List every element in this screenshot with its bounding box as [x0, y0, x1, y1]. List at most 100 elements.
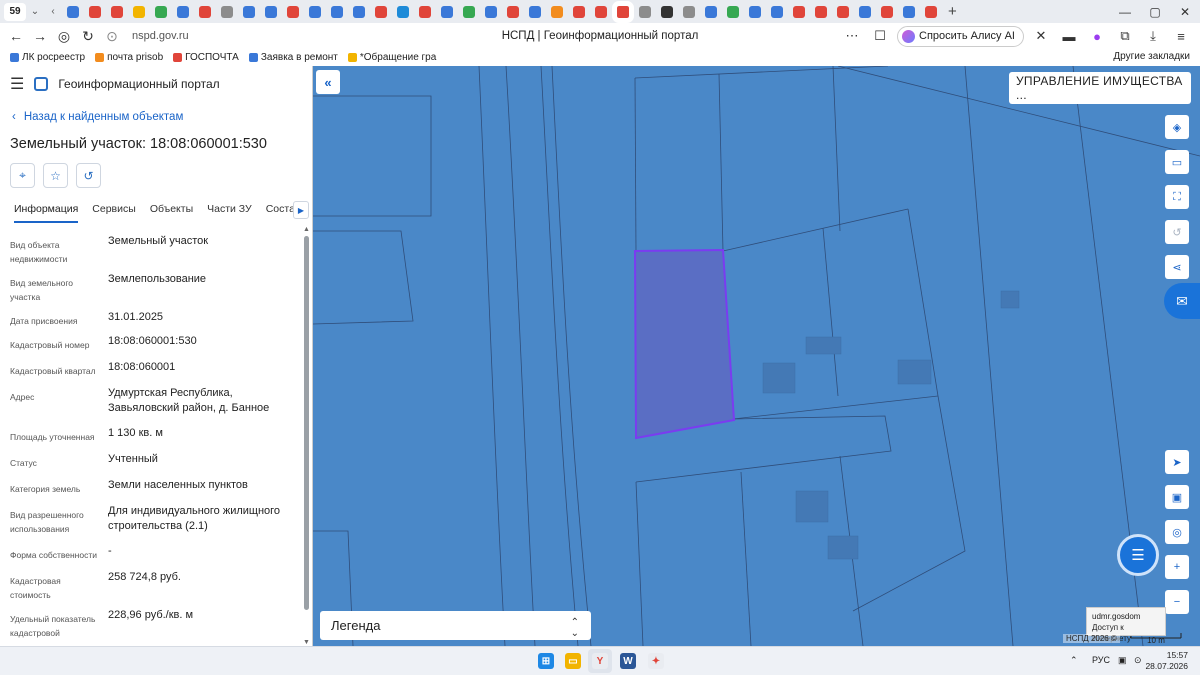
tabs-next-arrow-icon[interactable]: ▶ [293, 201, 309, 219]
history-button[interactable]: ↺ [76, 163, 101, 188]
tab-favicon-icon[interactable] [793, 5, 805, 18]
downloads-icon[interactable]: ⤓ [1142, 25, 1164, 47]
tab-favicon-icon[interactable] [397, 5, 409, 18]
start-icon[interactable]: ⊞ [538, 653, 554, 669]
tab-favicon-icon[interactable] [199, 5, 211, 18]
tab-favicon-icon[interactable] [507, 5, 519, 18]
tab-favicon-icon[interactable] [155, 5, 167, 18]
tab-favicon-icon[interactable] [441, 5, 453, 18]
tab-favicon-icon[interactable] [331, 5, 343, 18]
file-explorer-icon[interactable]: ▭ [565, 653, 581, 669]
tab-favicon-icon[interactable] [353, 5, 365, 18]
yandex-browser-icon[interactable]: Y [592, 653, 608, 669]
extension-icon[interactable]: ✕ [1030, 25, 1052, 47]
tab-favicon-icon[interactable] [573, 5, 585, 18]
word-icon[interactable]: W [620, 653, 636, 669]
tab-favicon-icon[interactable] [111, 5, 123, 18]
tab-favicon-icon[interactable] [837, 5, 849, 18]
tab-favicon-icon[interactable] [639, 5, 651, 18]
measure-button[interactable]: ▭ [1165, 150, 1189, 174]
protect-icon[interactable]: ◎ [52, 25, 76, 47]
tab-favicon-icon[interactable] [221, 5, 233, 18]
tab-favicon-icon[interactable] [881, 5, 893, 18]
tab-favicon-icon[interactable] [243, 5, 255, 18]
panel-scrollbar[interactable]: ▲ ▼ [302, 226, 310, 646]
tab-favicon-icon[interactable] [771, 5, 783, 18]
reload-icon[interactable]: ↻ [76, 25, 100, 47]
tab-favicon-icon[interactable] [485, 5, 497, 18]
forward-icon[interactable]: → [28, 25, 52, 47]
tab-favicon-icon[interactable] [67, 5, 79, 18]
scroll-thumb[interactable] [304, 236, 309, 610]
select-area-button[interactable]: ⛶ [1165, 185, 1189, 209]
tab-favicon-icon[interactable] [529, 5, 541, 18]
tab-favicon-icon[interactable] [859, 5, 871, 18]
tab-favicon-icon[interactable] [265, 5, 277, 18]
tab-parts[interactable]: Части ЗУ [207, 201, 252, 223]
minimize-icon[interactable]: — [1110, 0, 1140, 23]
tray-chevron-icon[interactable]: ⌃ [1070, 655, 1078, 666]
tab-favicon-icon[interactable] [727, 5, 739, 18]
tab-counter[interactable]: 59 [4, 2, 26, 21]
clock[interactable]: 15:57 28.07.2026 [1145, 650, 1188, 672]
collapse-panel-button[interactable]: « [316, 70, 340, 94]
cadastral-map[interactable]: 10 m [313, 66, 1200, 646]
back-to-results-link[interactable]: ‹ Назад к найденным объектам [12, 111, 183, 123]
zoom-out-button[interactable]: − [1165, 590, 1189, 614]
locate-point-button[interactable]: ◎ [1165, 520, 1189, 544]
tab-favicon-icon[interactable] [749, 5, 761, 18]
alice-button[interactable]: Спросить Алису AI [897, 25, 1024, 47]
support-button[interactable]: ✉ [1164, 283, 1200, 319]
tab-favicon-icon[interactable] [903, 5, 915, 18]
bookmark-item[interactable]: ЛК росреестр [10, 52, 85, 63]
tab-favicon-icon[interactable] [309, 5, 321, 18]
scroll-down-icon[interactable]: ▼ [303, 639, 310, 646]
other-bookmarks[interactable]: Другие закладки [1113, 51, 1190, 62]
record-icon[interactable]: ● [1086, 25, 1108, 47]
extensions-puzzle-icon[interactable]: ⧉ [1114, 25, 1136, 47]
zoom-in-button[interactable]: + [1165, 555, 1189, 579]
tab-favicon-icon[interactable] [705, 5, 717, 18]
address-bar[interactable]: nspd.gov.ru [132, 30, 189, 42]
tab-information[interactable]: Информация [14, 201, 79, 223]
more-icon[interactable]: ⋯ [841, 25, 863, 47]
zoom-to-object-button[interactable]: ⌖ [10, 163, 35, 188]
network-icon[interactable]: ⊙ [1134, 655, 1142, 666]
basemap-button[interactable]: ▣ [1165, 485, 1189, 509]
history-map-button[interactable]: ↺ [1165, 220, 1189, 244]
tab-favicon-icon[interactable] [551, 5, 563, 18]
tab-favicon-icon[interactable] [612, 0, 634, 23]
favorite-button[interactable]: ☆ [43, 163, 68, 188]
menu-icon[interactable]: ≡ [1170, 25, 1192, 47]
hamburger-menu-icon[interactable]: ☰ [10, 74, 24, 94]
tab-favicon-icon[interactable] [177, 5, 189, 18]
site-info-icon[interactable]: ⊙ [100, 25, 124, 47]
tab-services[interactable]: Сервисы [92, 201, 136, 223]
geolocation-button[interactable]: ➤ [1165, 450, 1189, 474]
chat-button[interactable]: ☰ [1117, 534, 1159, 576]
tab-favicon-icon[interactable] [287, 5, 299, 18]
tab-favicon-icon[interactable] [595, 5, 607, 18]
map-canvas[interactable]: 10 m « УПРАВЛЕНИЕ ИМУЩЕСТВА ... ◈ ▭ ⛶ ↺ … [313, 66, 1200, 646]
new-tab-icon[interactable]: + [948, 3, 957, 20]
share-button[interactable]: ⋖ [1165, 255, 1189, 279]
layers-button[interactable]: ◈ [1165, 115, 1189, 139]
tab-favicon-icon[interactable] [375, 5, 387, 18]
layer-selector[interactable]: УПРАВЛЕНИЕ ИМУЩЕСТВА ... [1009, 72, 1191, 104]
tab-favicon-icon[interactable] [133, 5, 145, 18]
hat-icon[interactable]: ▬ [1058, 25, 1080, 47]
close-window-icon[interactable]: ✕ [1170, 0, 1200, 23]
tab-favicon-icon[interactable] [89, 5, 101, 18]
bookmark-item[interactable]: ГОСПОЧТА [173, 52, 239, 63]
scroll-tabs-left-icon[interactable]: ‹ [44, 6, 62, 17]
bookmark-item[interactable]: Заявка в ремонт [248, 52, 338, 63]
bookmark-item[interactable]: *Обращение гра [347, 52, 436, 63]
maximize-icon[interactable]: ▢ [1140, 0, 1170, 23]
language-indicator[interactable]: РУС [1092, 655, 1110, 665]
scroll-up-icon[interactable]: ▲ [303, 226, 310, 233]
tab-favicon-icon[interactable] [463, 5, 475, 18]
tab-favicon-icon[interactable] [419, 5, 431, 18]
tab-list-chevron-icon[interactable]: ⌄ [26, 6, 44, 17]
display-icon[interactable]: ▣ [1118, 655, 1127, 666]
tab-favicon-icon[interactable] [683, 5, 695, 18]
